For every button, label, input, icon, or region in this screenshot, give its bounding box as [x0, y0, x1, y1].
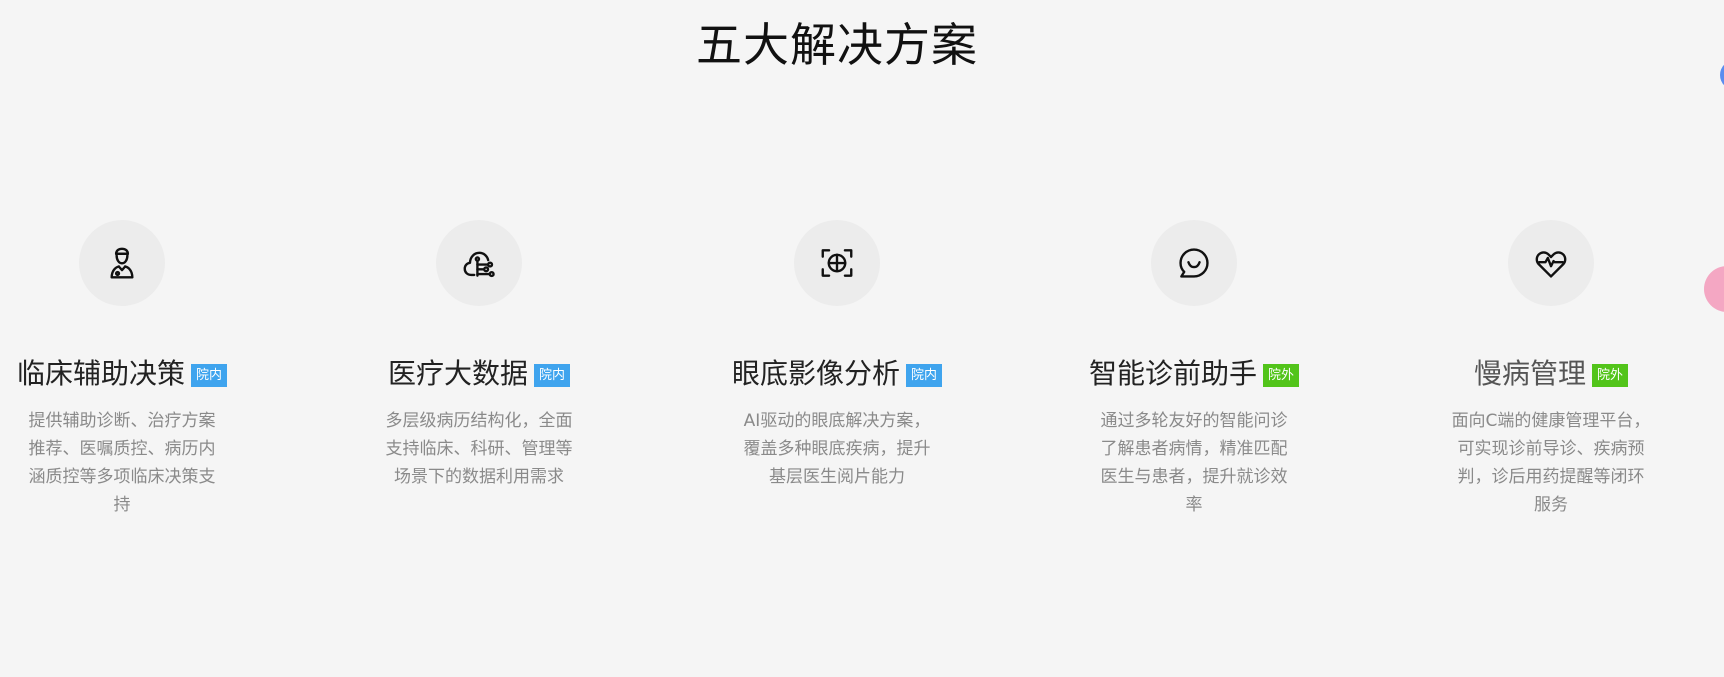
solution-card-chronic-disease-management[interactable]: 慢病管理 院外 面向C端的健康管理平台，可实现诊前导诊、疾病预判，诊后用药提醒等…: [1431, 220, 1671, 519]
chat-smile-icon: [1179, 248, 1209, 278]
icon-circle: [1151, 220, 1237, 306]
icon-circle: [79, 220, 165, 306]
cloud-data-icon: [463, 251, 495, 278]
section-title: 五大解决方案: [696, 18, 978, 72]
card-title-row: 智能诊前助手 院外: [1074, 354, 1314, 394]
card-description: 提供辅助诊断、治疗方案推荐、医嘱质控、病历内涵质控等多项临床决策支持: [28, 411, 216, 515]
heart-pulse-icon: [1535, 251, 1567, 278]
floating-contact-button[interactable]: [1720, 60, 1724, 90]
solution-card-fundus-imaging[interactable]: 眼底影像分析 院内 AI驱动的眼底解决方案，覆盖多种眼底疾病，提升基层医生阅片能…: [717, 220, 957, 491]
card-title: 医疗大数据: [387, 357, 528, 390]
icon-circle: [794, 220, 880, 306]
badge-outside-hospital: 院外: [1592, 363, 1629, 387]
card-title: 慢病管理: [1473, 357, 1586, 390]
card-description: AI驱动的眼底解决方案，覆盖多种眼底疾病，提升基层医生阅片能力: [743, 411, 931, 487]
badge-inside-hospital: 院内: [191, 363, 228, 387]
badge-inside-hospital: 院内: [906, 363, 943, 387]
card-description: 面向C端的健康管理平台，可实现诊前导诊、疾病预判，诊后用药提醒等闭环服务: [1451, 411, 1651, 515]
card-title-row: 医疗大数据 院内: [359, 354, 599, 394]
card-description: 通过多轮友好的智能问诊了解患者病情，精准匹配医生与患者，提升就诊效率: [1100, 411, 1288, 515]
solution-card-medical-big-data[interactable]: 医疗大数据 院内 多层级病历结构化，全面支持临床、科研、管理等场景下的数据利用需…: [359, 220, 599, 491]
card-title-row: 慢病管理 院外: [1431, 354, 1671, 394]
icon-circle: [436, 220, 522, 306]
badge-inside-hospital: 院内: [534, 363, 571, 387]
solution-card-clinical-decision[interactable]: 临床辅助决策 院内 提供辅助诊断、治疗方案推荐、医嘱质控、病历内涵质控等多项临床…: [2, 220, 242, 519]
floating-service-button[interactable]: [1704, 266, 1724, 312]
icon-circle: [1508, 220, 1594, 306]
doctor-icon: [110, 247, 134, 279]
card-title: 临床辅助决策: [16, 357, 185, 390]
card-title-row: 眼底影像分析 院内: [717, 354, 957, 394]
card-title: 眼底影像分析: [731, 357, 900, 390]
badge-outside-hospital: 院外: [1263, 363, 1300, 387]
eye-scan-icon: [821, 249, 853, 277]
card-title-row: 临床辅助决策 院内: [2, 354, 242, 394]
card-title: 智能诊前助手: [1088, 357, 1257, 390]
card-description: 多层级病历结构化，全面支持临床、科研、管理等场景下的数据利用需求: [385, 411, 573, 487]
solution-card-pre-diagnosis-assistant[interactable]: 智能诊前助手 院外 通过多轮友好的智能问诊了解患者病情，精准匹配医生与患者，提升…: [1074, 220, 1314, 519]
